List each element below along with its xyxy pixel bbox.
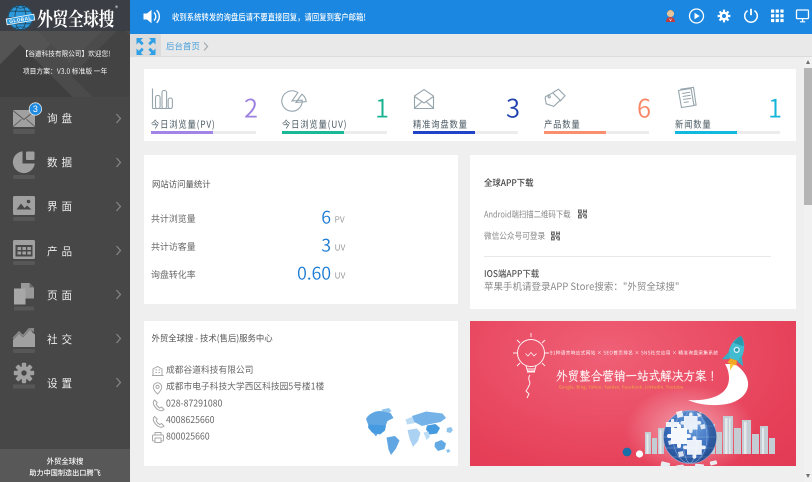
svg-text:3: 3	[33, 104, 38, 114]
